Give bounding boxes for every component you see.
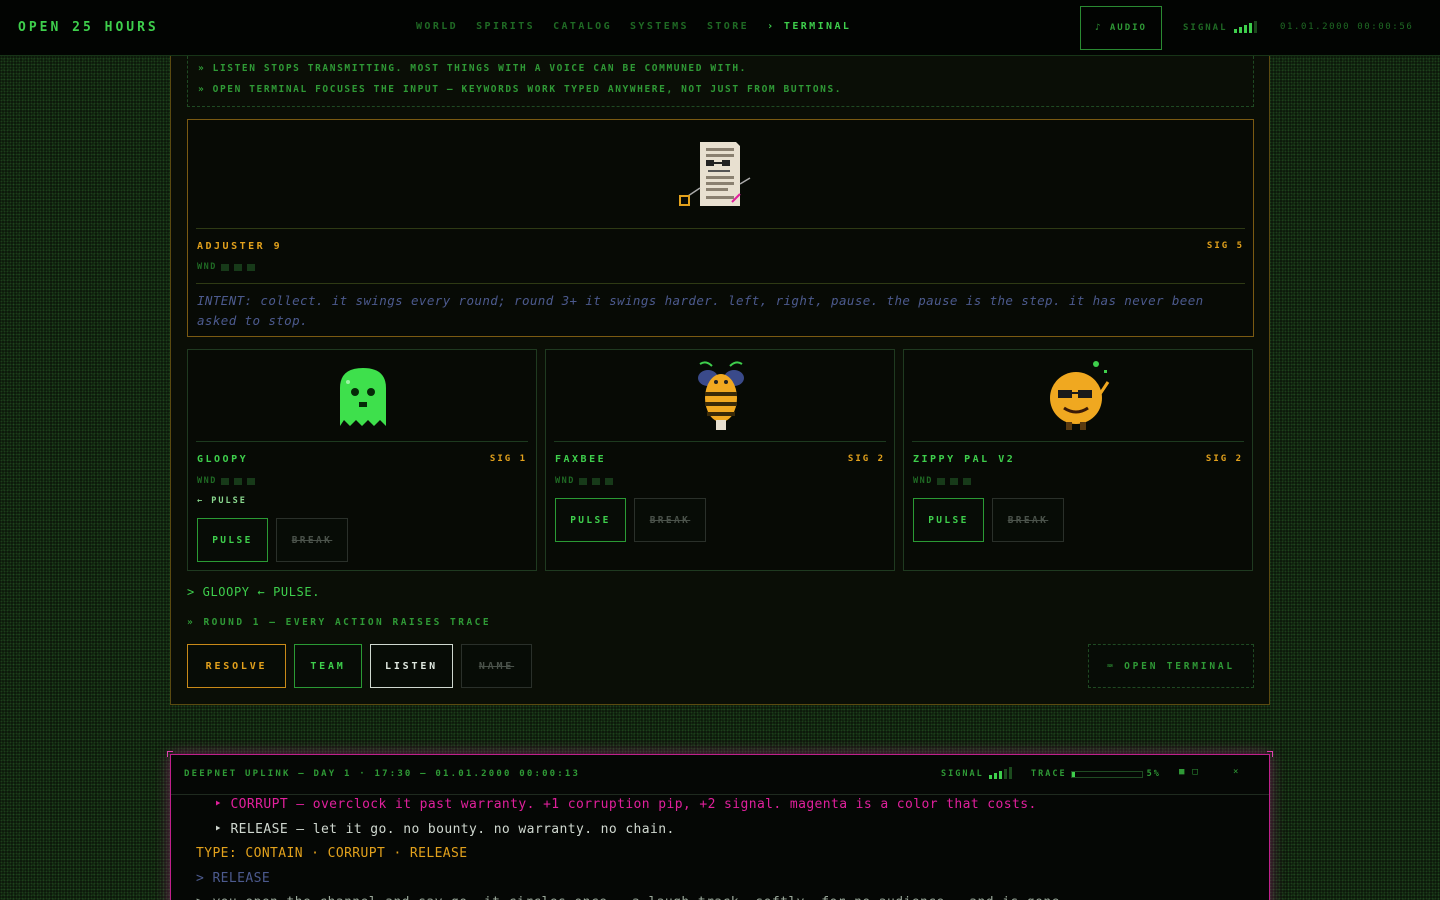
top-bar: OPEN 25 HOURS WORLD SPIRITS CATALOG SYST… bbox=[0, 0, 1440, 56]
signal-label: SIGNAL bbox=[1183, 23, 1228, 33]
signal-bars-icon bbox=[988, 767, 1012, 779]
tip-line: » LISTEN STOPS TRANSMITTING. MOST THINGS… bbox=[198, 63, 747, 74]
nav-spirits[interactable]: SPIRITS bbox=[476, 21, 535, 32]
encounter-panel: » LISTEN STOPS TRANSMITTING. MOST THINGS… bbox=[170, 56, 1270, 705]
spirit-card-faxbee[interactable]: FAXBEE SIG 2 WND PULSE BREAK bbox=[545, 349, 895, 571]
window-controls: ■ □ bbox=[1179, 767, 1198, 777]
spirit-name: GLOOPY bbox=[197, 454, 249, 465]
boss-signal: SIG 5 bbox=[1206, 241, 1244, 251]
open-terminal-button[interactable]: ⌨ OPEN TERMINAL bbox=[1088, 644, 1254, 688]
spirit-card-zippy[interactable]: ZIPPY PAL V2 SIG 2 WND PULSE BREAK bbox=[903, 349, 1253, 571]
wound-label: WND bbox=[913, 476, 933, 486]
round-indicator: » ROUND 1 — EVERY ACTION RAISES TRACE bbox=[187, 617, 492, 628]
gloopy-sprite-icon bbox=[340, 368, 386, 426]
nav-catalog[interactable]: CATALOG bbox=[553, 21, 612, 32]
system-clock: 01.01.2000 00:00:56 bbox=[1280, 22, 1414, 32]
uplink-title: DEEPNET UPLINK — DAY 1 · 17:30 — 01.01.2… bbox=[184, 769, 581, 779]
last-action: ← PULSE bbox=[197, 496, 247, 506]
user-input-line: > RELEASE bbox=[196, 870, 271, 886]
wound-label: WND bbox=[555, 476, 575, 486]
uplink-header: DEEPNET UPLINK — DAY 1 · 17:30 — 01.01.2… bbox=[171, 755, 1269, 795]
listen-button[interactable]: LISTEN bbox=[370, 644, 453, 688]
spirit-card-gloopy[interactable]: GLOOPY SIG 1 WND ← PULSE PULSE BREAK bbox=[187, 349, 537, 571]
nav-systems[interactable]: SYSTEMS bbox=[630, 21, 689, 32]
combat-log: > GLOOPY ← PULSE. bbox=[187, 585, 321, 599]
trace-bar bbox=[1070, 770, 1143, 778]
restore-icon[interactable]: □ bbox=[1192, 767, 1197, 777]
wound-meter: WND bbox=[913, 476, 972, 486]
resolve-button[interactable]: RESOLVE bbox=[187, 644, 286, 688]
boss-card[interactable]: ADJUSTER 9 SIG 5 WND INTENT: collect. it… bbox=[187, 119, 1254, 337]
name-button[interactable]: NAME bbox=[461, 644, 532, 688]
tips-box: » LISTEN STOPS TRANSMITTING. MOST THINGS… bbox=[187, 56, 1254, 107]
uplink-signal-label: SIGNAL bbox=[941, 769, 984, 779]
wound-meter: WND bbox=[197, 476, 256, 486]
trace-label: TRACE bbox=[1031, 769, 1067, 779]
signal-indicator: SIGNAL bbox=[1183, 21, 1257, 33]
trace-value: 5% bbox=[1146, 769, 1161, 779]
option-corrupt: ‣ CORRUPT — overclock it past warranty. … bbox=[214, 797, 1037, 812]
main-nav: WORLD SPIRITS CATALOG SYSTEMS STORE › TE… bbox=[416, 21, 851, 32]
spirit-signal: SIG 2 bbox=[847, 454, 885, 464]
brand-logo[interactable]: OPEN 25 HOURS bbox=[18, 20, 159, 35]
audio-button[interactable]: ♪ AUDIO bbox=[1080, 6, 1162, 50]
close-icon[interactable]: × bbox=[1233, 767, 1238, 777]
wound-meter: WND bbox=[197, 262, 256, 272]
response-line: > you open the channel and say go. it ci… bbox=[196, 891, 1068, 900]
boss-name: ADJUSTER 9 bbox=[197, 241, 283, 252]
boss-intent: INTENT: collect. it swings every round; … bbox=[197, 293, 1204, 328]
adjuster-sprite-icon bbox=[679, 142, 751, 206]
maximize-icon[interactable]: ■ bbox=[1179, 767, 1184, 777]
signal-bars-icon bbox=[1233, 21, 1257, 33]
break-button[interactable]: BREAK bbox=[634, 498, 706, 542]
uplink-output: ‣ CORRUPT — overclock it past warranty. … bbox=[196, 793, 1068, 900]
spirit-signal: SIG 2 bbox=[1205, 454, 1243, 464]
wound-label: WND bbox=[197, 262, 217, 272]
break-button[interactable]: BREAK bbox=[992, 498, 1064, 542]
tip-line: » OPEN TERMINAL FOCUSES THE INPUT — KEYW… bbox=[198, 84, 843, 95]
pulse-button[interactable]: PULSE bbox=[197, 518, 268, 562]
wound-meter: WND bbox=[555, 476, 614, 486]
spirit-name: ZIPPY PAL V2 bbox=[913, 454, 1016, 465]
spirit-signal: SIG 1 bbox=[489, 454, 527, 464]
nav-terminal[interactable]: › TERMINAL bbox=[767, 21, 851, 32]
zippy-sprite-icon bbox=[1050, 361, 1110, 430]
wound-label: WND bbox=[197, 476, 217, 486]
uplink-signal: SIGNAL bbox=[941, 767, 1012, 779]
break-button[interactable]: BREAK bbox=[276, 518, 348, 562]
option-release: ‣ RELEASE — let it go. no bounty. no war… bbox=[214, 821, 675, 837]
team-button[interactable]: TEAM bbox=[294, 644, 362, 688]
nav-world[interactable]: WORLD bbox=[416, 21, 458, 32]
nav-store[interactable]: STORE bbox=[707, 21, 749, 32]
pulse-button[interactable]: PULSE bbox=[913, 498, 984, 542]
faxbee-sprite-icon bbox=[698, 361, 744, 430]
uplink-terminal[interactable]: DEEPNET UPLINK — DAY 1 · 17:30 — 01.01.2… bbox=[167, 751, 1273, 900]
type-prompt: TYPE: CONTAIN · CORRUPT · RELEASE bbox=[196, 846, 468, 861]
spirit-name: FAXBEE bbox=[555, 454, 607, 465]
trace-meter: TRACE 5% bbox=[1031, 769, 1161, 779]
pulse-button[interactable]: PULSE bbox=[555, 498, 626, 542]
